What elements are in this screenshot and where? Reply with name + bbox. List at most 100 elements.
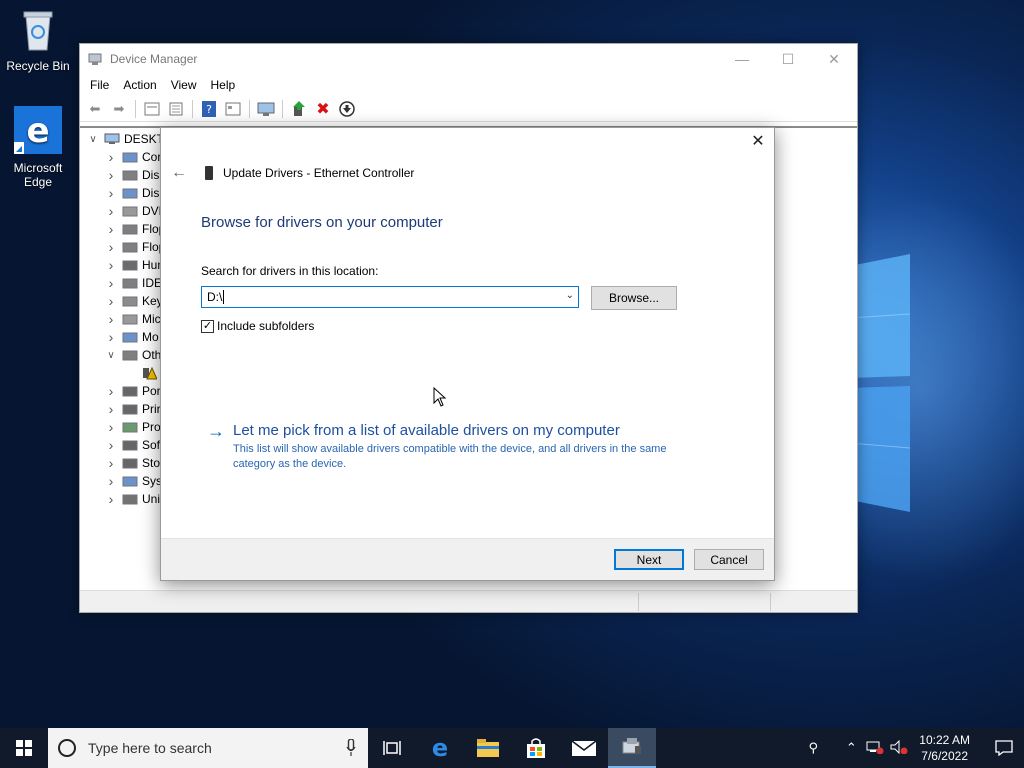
tree-item[interactable]: › Pro: [104, 418, 161, 436]
status-divider: [770, 593, 771, 611]
title-bar[interactable]: Device Manager — ☐ ✕: [80, 44, 857, 74]
dialog-close-button[interactable]: ✕: [750, 134, 766, 150]
edge-icon[interactable]: e: [416, 728, 464, 768]
svg-text:e: e: [26, 111, 49, 151]
tree-item[interactable]: › Syst: [104, 472, 166, 490]
tree-item[interactable]: › Flop: [104, 238, 166, 256]
properties-icon[interactable]: [141, 98, 163, 120]
device-category-icon: [122, 402, 138, 416]
chevron-right-icon[interactable]: ›: [104, 383, 118, 399]
chevron-right-icon[interactable]: ›: [104, 419, 118, 435]
search-placeholder: Type here to search: [88, 740, 212, 756]
cancel-button[interactable]: Cancel: [694, 549, 764, 570]
tree-item[interactable]: › Uni: [104, 490, 160, 508]
device-category-icon: [122, 204, 138, 218]
taskbar-search-box[interactable]: Type here to search: [48, 728, 368, 768]
include-subfolders-checkbox[interactable]: ✓: [201, 319, 214, 333]
update-driver-icon[interactable]: [288, 98, 310, 120]
browse-button[interactable]: Browse...: [591, 286, 677, 310]
menu-help[interactable]: Help: [204, 78, 243, 92]
menu-view[interactable]: View: [164, 78, 204, 92]
driver-path-combobox[interactable]: D:\ ⌄: [201, 286, 579, 308]
chevron-right-icon[interactable]: ›: [104, 185, 118, 201]
back-icon[interactable]: ⬅: [84, 98, 106, 120]
tree-item[interactable]: › Key: [104, 292, 163, 310]
tree-item[interactable]: › Disk: [104, 166, 166, 184]
chevron-down-icon[interactable]: ∨: [104, 350, 118, 361]
mail-icon[interactable]: [560, 728, 608, 768]
chevron-right-icon[interactable]: ›: [104, 221, 118, 237]
tree-item[interactable]: › Prir: [104, 400, 161, 418]
device-category-icon: [122, 420, 138, 434]
volume-muted-icon[interactable]: [887, 739, 911, 757]
forward-icon[interactable]: ➡: [108, 98, 130, 120]
menu-file[interactable]: File: [83, 78, 116, 92]
tree-item[interactable]: › Hun: [104, 256, 164, 274]
uninstall-icon[interactable]: ✖: [312, 98, 334, 120]
tree-item[interactable]: › Sof: [104, 436, 160, 454]
tree-item[interactable]: › Sto: [104, 454, 160, 472]
chevron-right-icon[interactable]: ›: [104, 257, 118, 273]
chevron-right-icon[interactable]: ›: [104, 437, 118, 453]
chevron-down-icon[interactable]: ∨: [86, 134, 100, 145]
tree-item[interactable]: › Disp: [104, 184, 166, 202]
tree-item[interactable]: ∨ Oth: [104, 346, 161, 364]
text-caret: [223, 290, 225, 304]
microphone-icon[interactable]: [346, 739, 356, 757]
dialog-header: ← Update Drivers - Ethernet Controller: [171, 164, 414, 182]
chevron-right-icon[interactable]: ›: [104, 167, 118, 183]
device-manager-icon[interactable]: [608, 728, 656, 768]
next-button[interactable]: Next: [614, 549, 684, 570]
chevron-right-icon[interactable]: ›: [104, 491, 118, 507]
close-button[interactable]: ✕: [811, 44, 857, 74]
include-subfolders-row[interactable]: ✓ Include subfolders: [201, 319, 314, 333]
pick-from-list-title[interactable]: Let me pick from a list of available dri…: [233, 422, 683, 439]
menu-action[interactable]: Action: [116, 78, 163, 92]
tree-label: Cor: [142, 150, 162, 164]
tree-item[interactable]: [138, 364, 162, 382]
tree-item[interactable]: › Mo: [104, 328, 159, 346]
back-arrow-icon[interactable]: ←: [171, 164, 191, 182]
chevron-down-icon[interactable]: ⌄: [566, 290, 574, 301]
tree-item[interactable]: › Flop: [104, 220, 166, 238]
file-explorer-icon[interactable]: [464, 728, 512, 768]
view-icon[interactable]: [222, 98, 244, 120]
chevron-right-icon[interactable]: ›: [104, 275, 118, 291]
window-title: Device Manager: [110, 52, 198, 66]
console-tree-icon[interactable]: [165, 98, 187, 120]
device-category-icon: [122, 150, 138, 164]
store-icon[interactable]: [512, 728, 560, 768]
chevron-right-icon[interactable]: ›: [104, 149, 118, 165]
tree-item[interactable]: › Cor: [104, 148, 162, 166]
help-icon[interactable]: ?: [198, 98, 220, 120]
task-view-icon[interactable]: [368, 728, 416, 768]
start-button[interactable]: [0, 728, 48, 768]
tree-label: Sto: [142, 456, 161, 470]
desktop-icon-recycle-bin[interactable]: Recycle Bin: [0, 8, 76, 73]
people-icon[interactable]: ⚲: [801, 740, 825, 756]
clock[interactable]: 10:22 AM 7/6/2022: [919, 732, 970, 764]
driver-path-value: D:\: [207, 290, 223, 304]
maximize-button[interactable]: ☐: [765, 44, 811, 74]
tree-item[interactable]: › Mic: [104, 310, 161, 328]
network-icon[interactable]: [863, 740, 887, 757]
minimize-button[interactable]: —: [719, 44, 765, 74]
pick-from-list-link[interactable]: → Let me pick from a list of available d…: [207, 422, 683, 472]
chevron-right-icon[interactable]: ›: [104, 293, 118, 309]
chevron-right-icon[interactable]: ›: [104, 203, 118, 219]
tree-item[interactable]: › IDE: [104, 274, 162, 292]
desktop-icon-edge[interactable]: e Microsoft Edge: [0, 106, 76, 189]
chevron-right-icon[interactable]: ›: [104, 329, 118, 345]
recycle-bin-icon: [23, 11, 53, 51]
chevron-right-icon[interactable]: ›: [104, 473, 118, 489]
chevron-right-icon[interactable]: ›: [104, 401, 118, 417]
tree-item[interactable]: › DVD: [104, 202, 168, 220]
chevron-right-icon[interactable]: ›: [104, 239, 118, 255]
scan-hardware-icon[interactable]: [255, 98, 277, 120]
download-icon[interactable]: [336, 98, 358, 120]
notifications-icon[interactable]: [984, 728, 1024, 768]
chevron-right-icon[interactable]: ›: [104, 311, 118, 327]
chevron-up-icon[interactable]: ⌃: [839, 740, 863, 756]
chevron-right-icon[interactable]: ›: [104, 455, 118, 471]
tree-item[interactable]: › Por: [104, 382, 161, 400]
